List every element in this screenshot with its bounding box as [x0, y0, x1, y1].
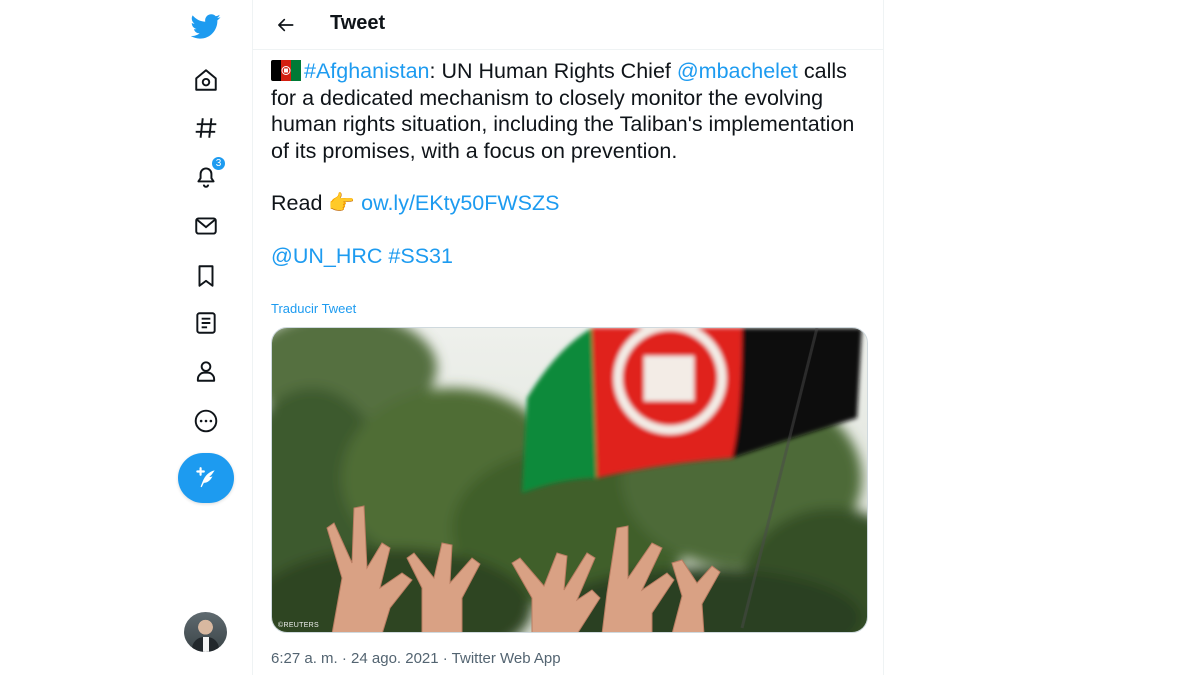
tweet-body: #Afghanistan: UN Human Rights Chief @mba…: [271, 58, 871, 269]
account-avatar[interactable]: [184, 612, 227, 652]
bookmarks-icon[interactable]: [180, 256, 232, 296]
photo-afghan-flag-hands: [272, 328, 867, 632]
home-icon[interactable]: [180, 60, 232, 100]
pointing-hand-emoji-icon: 👉: [328, 191, 356, 215]
afghanistan-flag-icon: [271, 60, 301, 81]
mention-mbachelet-link[interactable]: @mbachelet: [677, 59, 798, 83]
tweet-text-part1: : UN Human Rights Chief: [429, 59, 677, 83]
mention-unhrc-link[interactable]: @UN_HRC: [271, 244, 382, 268]
tweet-timestamp[interactable]: 6:27 a. m. · 24 ago. 2021 · Twitter Web …: [271, 650, 561, 667]
lists-icon[interactable]: [180, 303, 232, 343]
profile-icon[interactable]: [180, 351, 232, 391]
tweet-photo[interactable]: ©REUTERS: [271, 327, 868, 633]
photo-watermark: ©REUTERS: [278, 622, 320, 629]
hashtag-afghanistan-link[interactable]: #Afghanistan: [304, 59, 430, 83]
tweet-detail-column: Tweet #Afghanistan: UN Human Rights Chie…: [252, 0, 884, 675]
twitter-logo-icon[interactable]: [180, 6, 232, 46]
more-circle-icon[interactable]: [180, 401, 232, 441]
hashtag-ss31-link[interactable]: #SS31: [388, 244, 453, 268]
page-title: Tweet: [330, 12, 386, 34]
page-header: Tweet: [253, 0, 883, 50]
back-arrow-icon: [278, 18, 294, 32]
article-link[interactable]: ow.ly/EKty50FWSZS: [361, 191, 559, 215]
avatar-shirt: [203, 637, 209, 652]
read-label: Read: [271, 191, 323, 215]
messages-envelope-icon[interactable]: [180, 206, 232, 246]
compose-tweet-icon: [196, 467, 215, 488]
notifications-bell-icon[interactable]: 3: [180, 156, 232, 196]
notification-count-badge: 3: [211, 156, 226, 171]
translate-tweet-link[interactable]: Traducir Tweet: [271, 301, 356, 316]
explore-hashtag-icon[interactable]: [180, 108, 232, 148]
compose-tweet-button[interactable]: [178, 453, 234, 503]
back-button[interactable]: [271, 10, 301, 40]
sidebar-nav: 3: [160, 0, 252, 675]
